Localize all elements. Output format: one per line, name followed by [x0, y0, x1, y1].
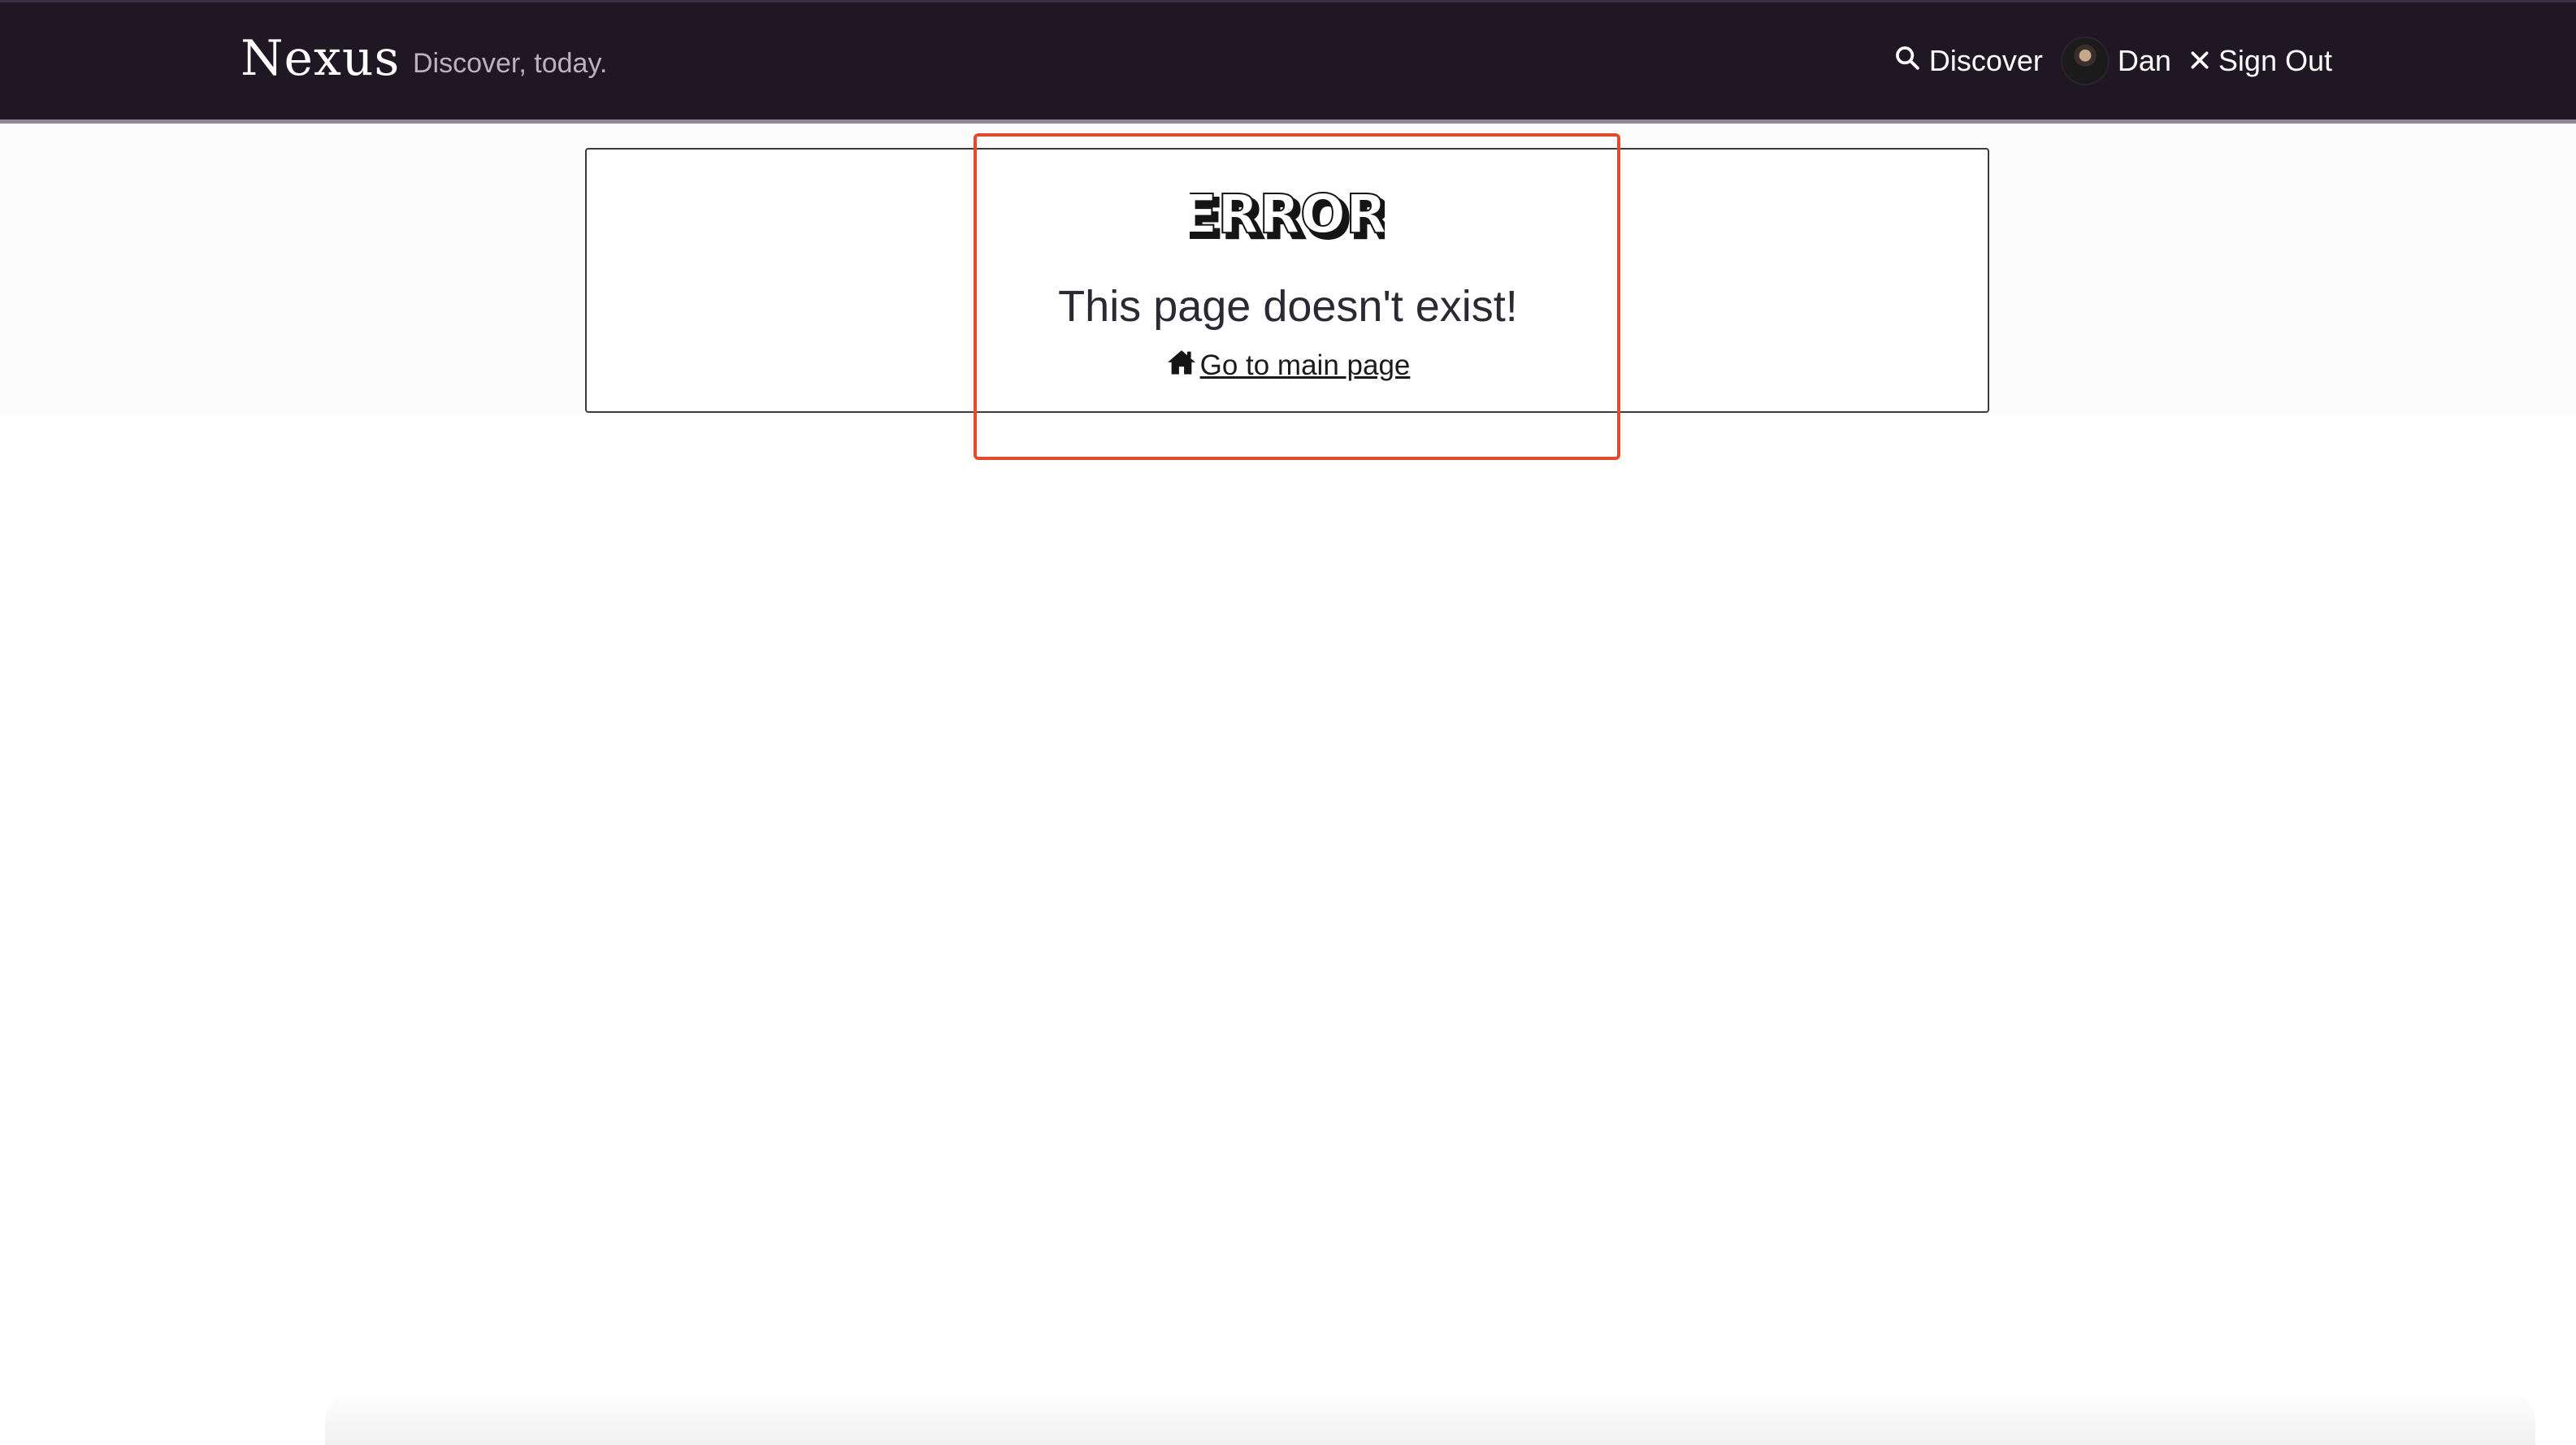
- discover-label: Discover: [1928, 44, 2043, 77]
- error-logo: ERROR ERROR: [1190, 184, 1385, 247]
- home-icon: [1166, 348, 1197, 383]
- user-name: Dan: [2117, 44, 2171, 77]
- brand-logo[interactable]: Nexus: [241, 30, 400, 87]
- close-icon: [2189, 44, 2210, 78]
- avatar: [2060, 37, 2110, 85]
- top-navbar: Nexus Discover, today. Discover Dan Sign…: [0, 0, 2576, 124]
- bottom-shadow: [325, 1390, 2535, 1445]
- error-message: This page doesn't exist!: [1058, 282, 1518, 331]
- sign-out-link[interactable]: Sign Out: [2189, 44, 2332, 78]
- search-icon: [1893, 44, 1921, 79]
- error-logo-text: ERROR: [1190, 184, 1385, 245]
- go-to-main-page-link[interactable]: Go to main page: [975, 348, 1601, 383]
- discover-link[interactable]: Discover: [1893, 44, 2043, 79]
- home-link-label: Go to main page: [1199, 349, 1411, 381]
- user-menu[interactable]: Dan: [2060, 37, 2171, 85]
- nav-actions: Discover Dan Sign Out: [1893, 35, 2332, 87]
- brand-tagline: Discover, today.: [413, 48, 608, 79]
- sign-out-label: Sign Out: [2218, 44, 2332, 77]
